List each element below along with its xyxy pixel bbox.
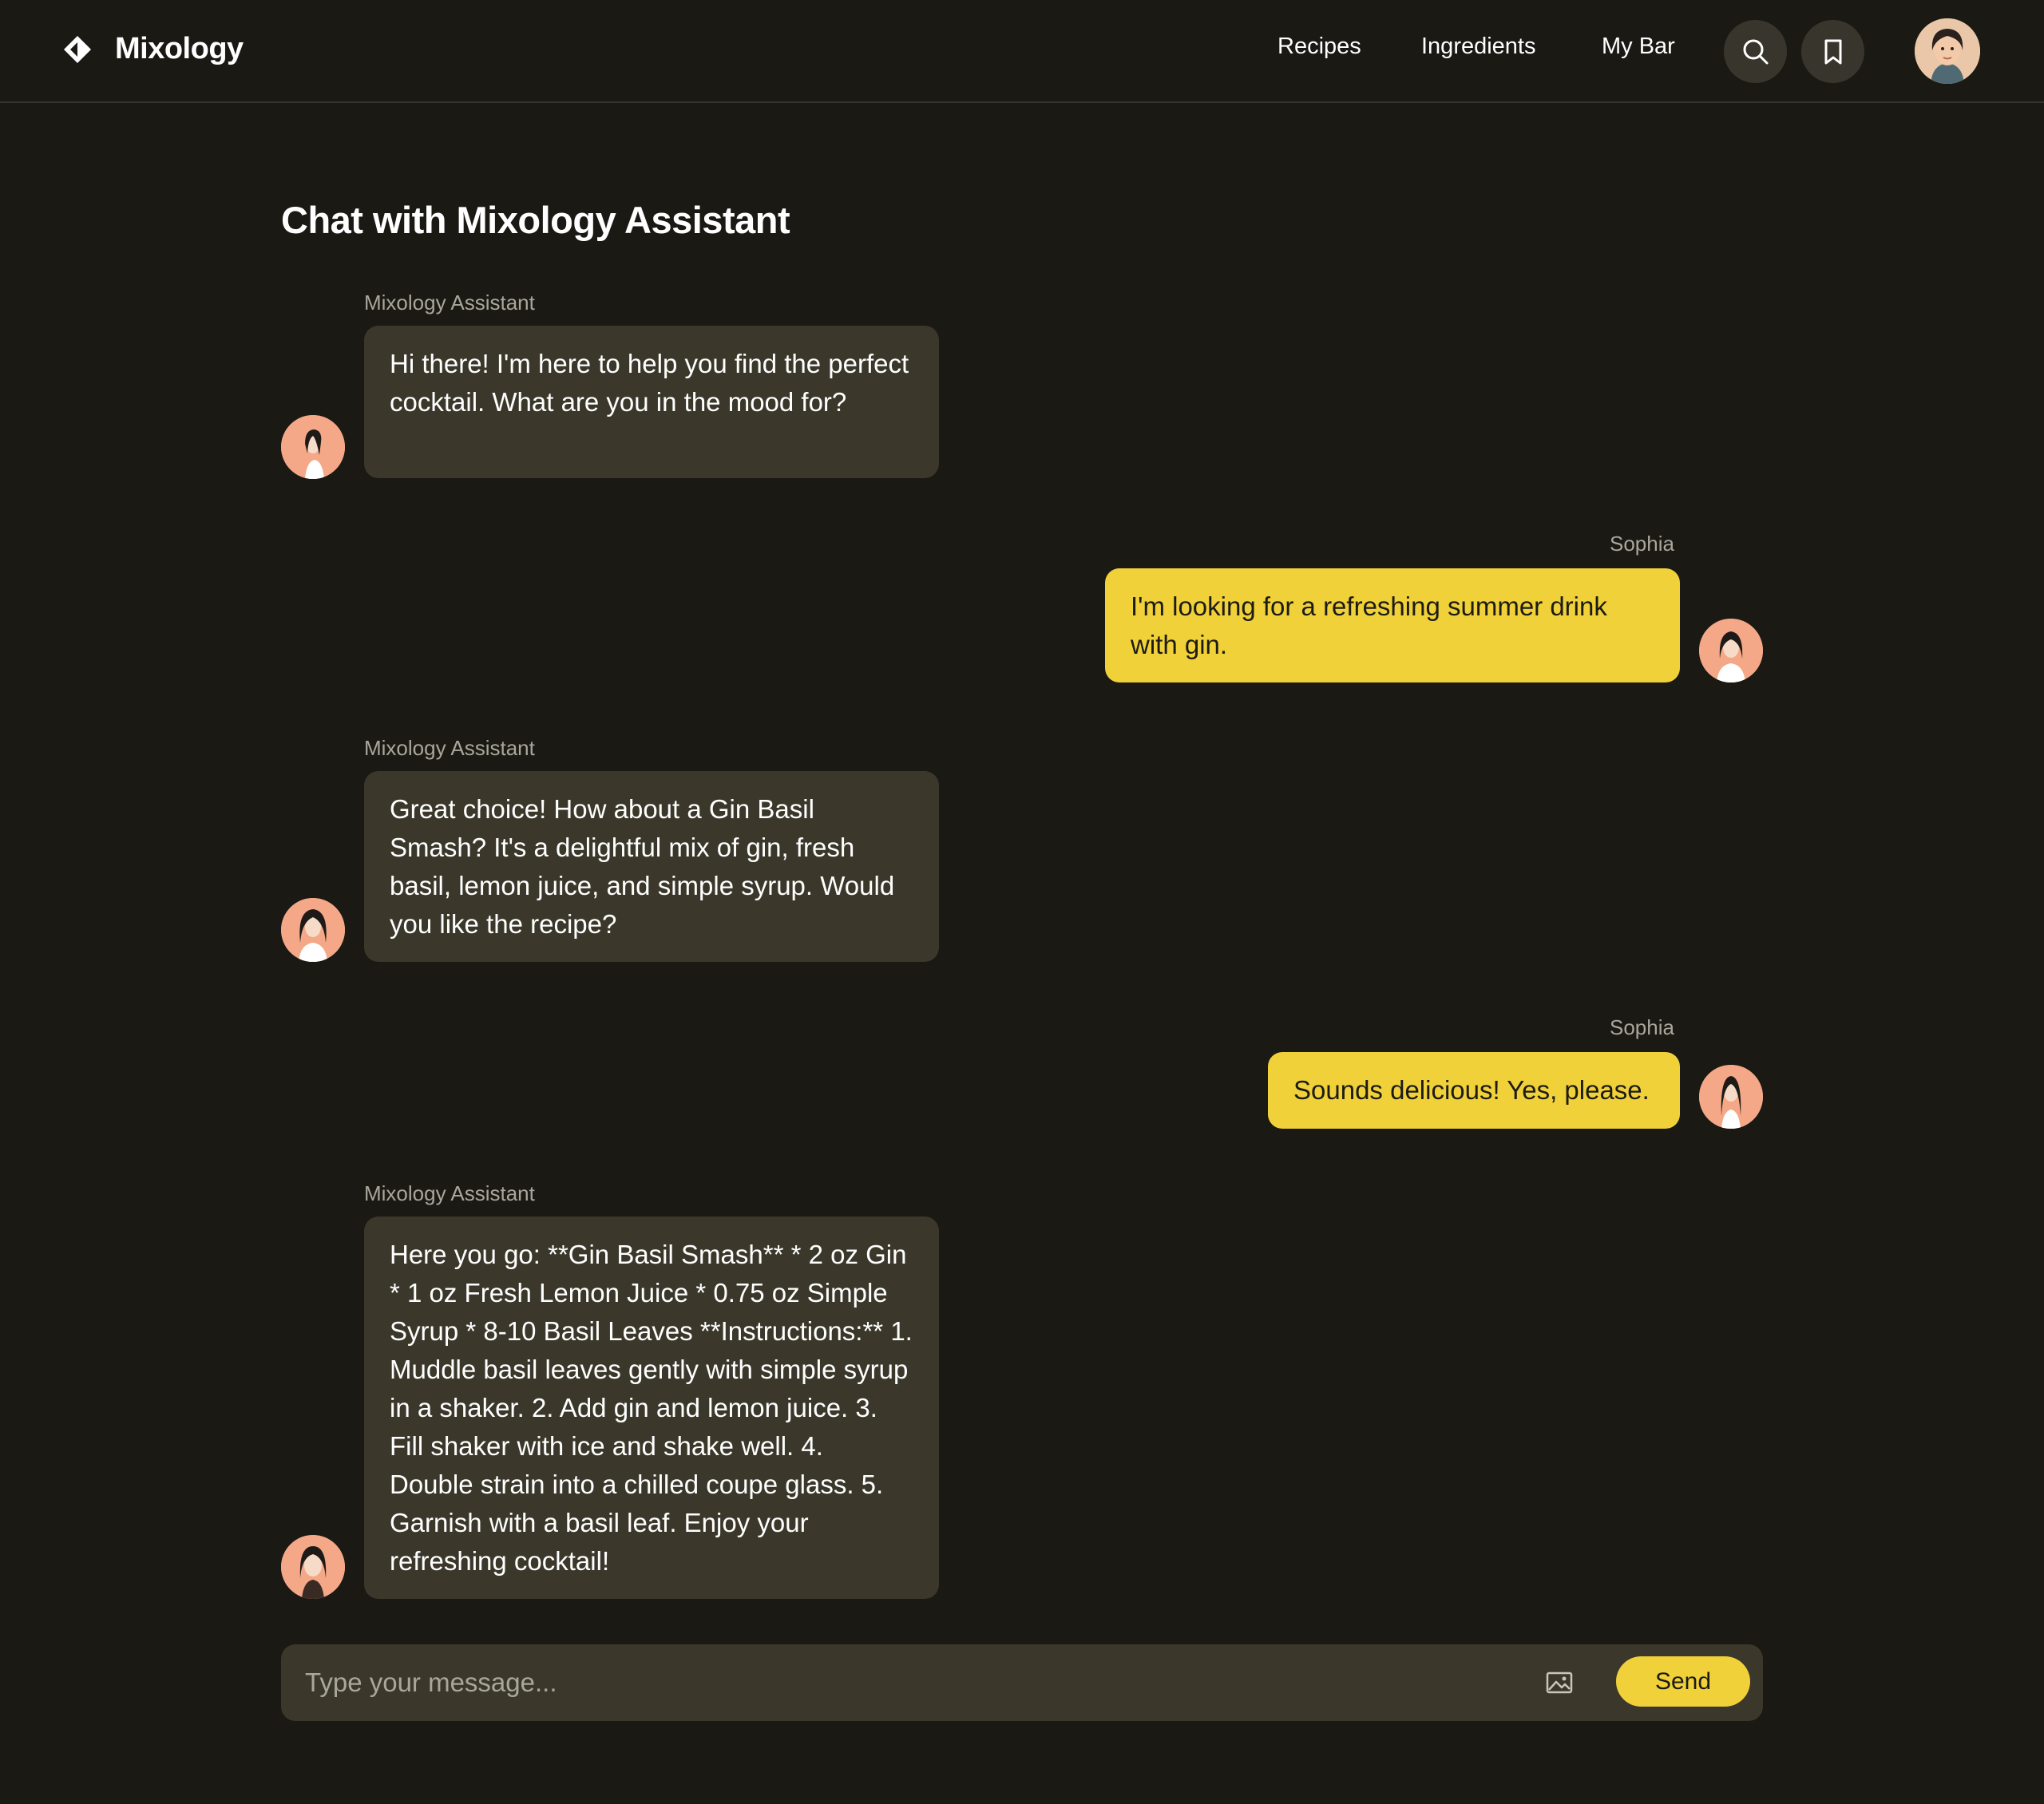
assistant-avatar [281,1535,345,1599]
assistant-avatar [281,898,345,962]
message-sender: Mixology Assistant [364,1181,535,1205]
message-sender: Sophia [1610,1015,1674,1039]
avatar-portrait-icon [1699,1065,1763,1129]
user-message-bubble: Sounds delicious! Yes, please. [1268,1052,1680,1129]
message-composer: Send [281,1644,1763,1721]
assistant-message-bubble: Great choice! How about a Gin Basil Smas… [364,771,939,962]
message-input[interactable] [305,1644,1503,1721]
avatar-portrait-icon [281,898,345,962]
avatar-portrait-icon [1699,619,1763,682]
message-sender: Sophia [1610,532,1674,556]
brand-logo[interactable]: Mixology [62,32,244,66]
avatar-portrait-icon [281,1535,345,1599]
search-icon [1743,39,1768,64]
image-icon[interactable] [1545,1668,1574,1697]
user-message-avatar [1699,1065,1763,1129]
user-message-bubble: I'm looking for a refreshing summer drin… [1105,568,1680,682]
assistant-message-bubble: Hi there! I'm here to help you find the … [364,326,939,478]
nav-link-recipes[interactable]: Recipes [1278,34,1361,60]
top-navbar: Mixology Recipes Ingredients My Bar [0,0,2044,103]
search-button[interactable] [1724,20,1787,83]
send-button[interactable]: Send [1616,1656,1750,1707]
avatar-portrait-icon [1915,18,1980,84]
nav-link-my-bar[interactable]: My Bar [1602,34,1675,60]
assistant-avatar [281,415,345,479]
brand-name: Mixology [115,32,244,65]
page-title: Chat with Mixology Assistant [281,199,790,241]
bookmark-icon [1824,39,1841,64]
diamond-logo-icon [64,35,91,63]
avatar-portrait-icon [281,415,345,479]
bookmark-button[interactable] [1801,20,1864,83]
assistant-message-bubble: Here you go: **Gin Basil Smash** * 2 oz … [364,1217,939,1599]
nav-link-ingredients[interactable]: Ingredients [1421,34,1536,60]
user-message-avatar [1699,619,1763,682]
message-sender: Mixology Assistant [364,291,535,315]
user-avatar[interactable] [1915,18,1980,84]
message-sender: Mixology Assistant [364,736,535,760]
